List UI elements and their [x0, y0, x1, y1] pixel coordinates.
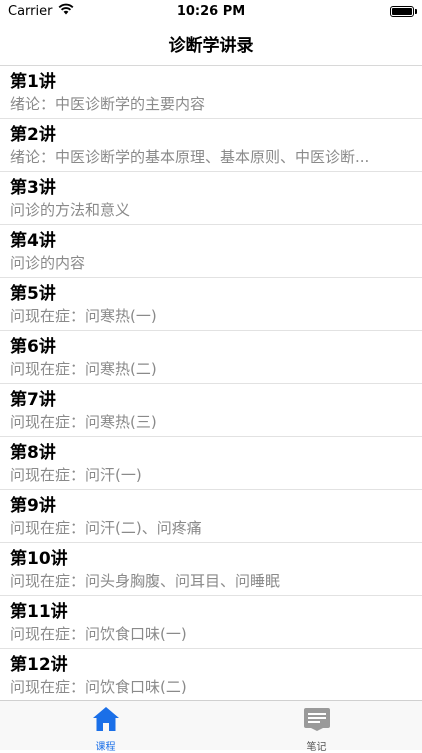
- page-title: 诊断学讲录: [168, 36, 254, 56]
- lecture-subtitle: 问诊的内容: [10, 254, 86, 272]
- lecture-subtitle: 绪论：中医诊断学的基本原理、基本原则、中医诊断...: [10, 148, 370, 166]
- lecture-row-11[interactable]: 第11讲 问现在症：问饮食口味(一): [0, 596, 422, 649]
- lecture-row-12[interactable]: 第12讲 问现在症：问饮食口味(二): [0, 649, 422, 699]
- lecture-title: 第8讲: [10, 443, 56, 463]
- tab-bar: 课程 笔记: [0, 700, 422, 753]
- navigation-bar: 诊断学讲录: [0, 22, 422, 66]
- tab-courses[interactable]: 课程: [0, 701, 211, 753]
- lecture-row-1[interactable]: 第1讲 绪论：中医诊断学的主要内容: [0, 66, 422, 119]
- battery-icon: [390, 5, 417, 17]
- lecture-title: 第6讲: [10, 337, 56, 357]
- lecture-subtitle: 问现在症：问汗(一): [10, 466, 142, 484]
- lecture-subtitle: 绪论：中医诊断学的主要内容: [10, 95, 206, 113]
- lecture-subtitle: 问现在症：问饮食口味(二): [10, 678, 187, 696]
- lecture-subtitle: 问现在症：问头身胸腹、问耳目、问睡眠: [10, 572, 281, 590]
- lecture-row-8[interactable]: 第8讲 问现在症：问汗(一): [0, 437, 422, 490]
- lecture-subtitle: 问现在症：问寒热(二): [10, 360, 157, 378]
- status-bar: Carrier 10:26 PM: [0, 0, 422, 22]
- lecture-row-7[interactable]: 第7讲 问现在症：问寒热(三): [0, 384, 422, 437]
- lecture-title: 第2讲: [10, 125, 56, 145]
- lecture-title: 第9讲: [10, 496, 56, 516]
- lecture-row-2[interactable]: 第2讲 绪论：中医诊断学的基本原理、基本原则、中医诊断...: [0, 119, 422, 172]
- lecture-subtitle: 问现在症：问饮食口味(一): [10, 625, 187, 643]
- lecture-row-3[interactable]: 第3讲 问诊的方法和意义: [0, 172, 422, 225]
- lecture-title: 第3讲: [10, 178, 56, 198]
- lecture-row-10[interactable]: 第10讲 问现在症：问头身胸腹、问耳目、问睡眠: [0, 543, 422, 596]
- lecture-row-9[interactable]: 第9讲 问现在症：问汗(二)、问疼痛: [0, 490, 422, 543]
- tab-label: 课程: [95, 742, 116, 753]
- lecture-title: 第5讲: [10, 284, 56, 304]
- lecture-title: 第7讲: [10, 390, 56, 410]
- lecture-row-4[interactable]: 第4讲 问诊的内容: [0, 225, 422, 278]
- tab-notes[interactable]: 笔记: [211, 701, 422, 753]
- lecture-subtitle: 问现在症：问寒热(一): [10, 307, 157, 325]
- lecture-list[interactable]: 第1讲 绪论：中医诊断学的主要内容 第2讲 绪论：中医诊断学的基本原理、基本原则…: [0, 66, 422, 699]
- tab-label: 笔记: [306, 742, 327, 753]
- lecture-title: 第11讲: [10, 602, 68, 622]
- lecture-title: 第12讲: [10, 655, 68, 675]
- lecture-subtitle: 问现在症：问汗(二)、问疼痛: [10, 519, 202, 537]
- lecture-subtitle: 问诊的方法和意义: [10, 201, 131, 219]
- status-time: 10:26 PM: [176, 3, 246, 19]
- lecture-title: 第4讲: [10, 231, 56, 251]
- notebook-icon: [303, 706, 331, 736]
- lecture-subtitle: 问现在症：问寒热(三): [10, 413, 157, 431]
- lecture-title: 第10讲: [10, 549, 68, 569]
- lecture-row-6[interactable]: 第6讲 问现在症：问寒热(二): [0, 331, 422, 384]
- home-icon: [92, 706, 120, 736]
- lecture-title: 第1讲: [10, 72, 56, 92]
- lecture-row-5[interactable]: 第5讲 问现在症：问寒热(一): [0, 278, 422, 331]
